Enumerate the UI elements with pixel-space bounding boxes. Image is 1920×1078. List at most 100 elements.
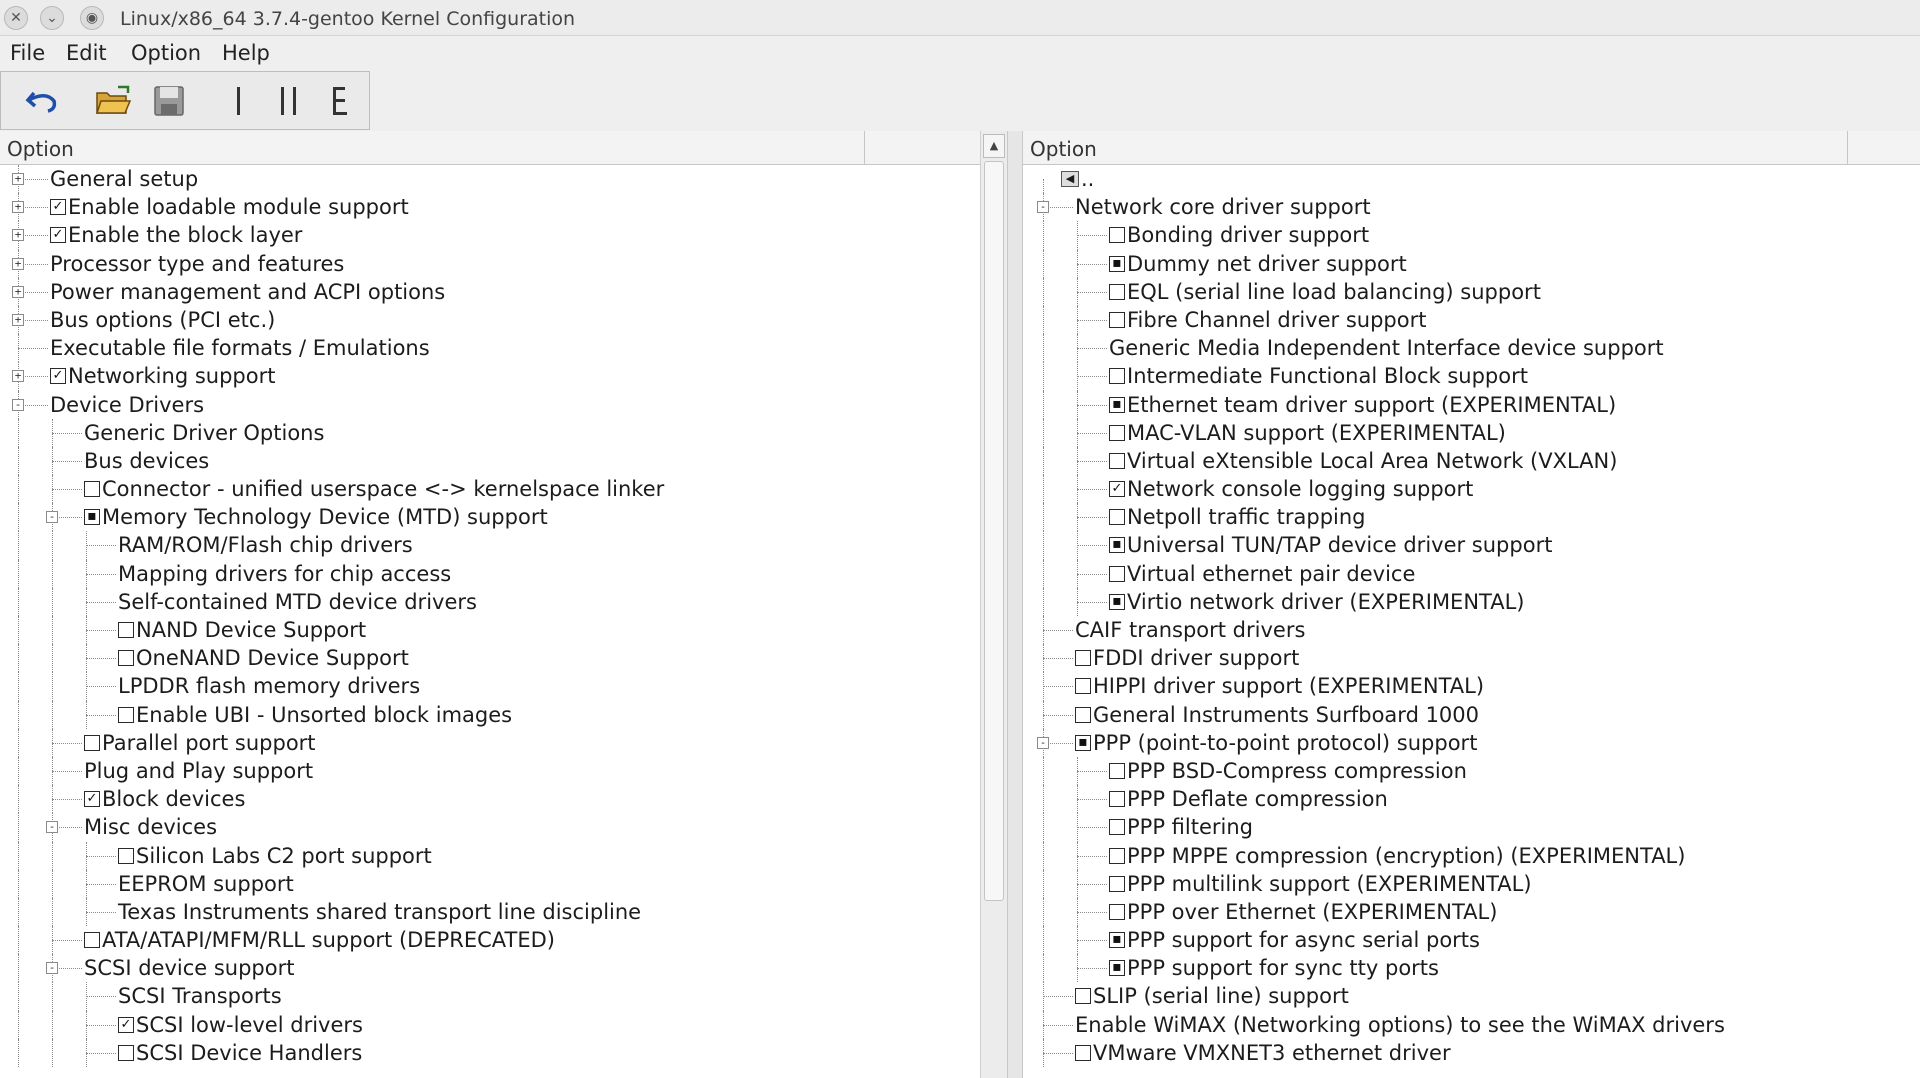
menu-option[interactable]: Option — [131, 41, 201, 65]
checkbox-unchecked[interactable] — [1109, 565, 1125, 582]
collapse-icon[interactable]: - — [46, 962, 58, 975]
tree-row[interactable]: Generic Media Independent Interface devi… — [1023, 334, 1920, 363]
tree-row[interactable]: SLIP (serial line) support — [1023, 982, 1920, 1011]
open-button[interactable] — [91, 80, 135, 122]
tree-row[interactable]: - Network core driver support — [1023, 193, 1920, 222]
expand-icon[interactable]: + — [12, 173, 24, 185]
expand-icon[interactable]: + — [12, 370, 24, 383]
checkbox-unchecked[interactable] — [1075, 678, 1091, 695]
tree-row[interactable]: Universal TUN/TAP device driver support — [1023, 531, 1920, 560]
checkbox-module[interactable] — [1109, 537, 1125, 554]
tree-row[interactable]: PPP filtering — [1023, 813, 1920, 842]
checkbox-module[interactable] — [1109, 593, 1125, 610]
tree-row[interactable]: MAC-VLAN support (EXPERIMENTAL) — [1023, 418, 1920, 447]
split-view-button[interactable] — [267, 80, 311, 122]
tree-row[interactable]: Silicon Labs C2 port support — [0, 841, 1007, 870]
menu-tree-pane[interactable]: Option + General setup + Enable loadable mo… — [0, 131, 1008, 1078]
tree-row[interactable]: SCSI Device Handlers — [0, 1038, 1007, 1067]
checkbox-unchecked[interactable] — [1075, 706, 1091, 723]
scroll-up-button[interactable]: ▲ — [983, 134, 1005, 158]
tree-row[interactable]: + Enable loadable module support — [0, 193, 1007, 222]
menu-help[interactable]: Help — [222, 41, 270, 65]
tree-row[interactable]: + Bus options (PCI etc.) — [0, 305, 1007, 335]
tree-row[interactable]: VMware VMXNET3 ethernet driver — [1023, 1038, 1920, 1067]
tree-row[interactable]: Virtio network driver (EXPERIMENTAL) — [1023, 587, 1920, 616]
tree-row[interactable]: RAM/ROM/Flash chip drivers — [0, 531, 1007, 560]
collapse-icon[interactable]: - — [12, 398, 24, 411]
tree-row[interactable]: EEPROM support — [0, 869, 1007, 898]
tree-row[interactable]: Self-contained MTD device drivers — [0, 587, 1007, 616]
menu-file[interactable]: File — [10, 41, 45, 65]
tree-row[interactable]: - Misc devices — [0, 813, 1007, 842]
tree-row[interactable]: Connector - unified userspace <-> kernel… — [0, 475, 1007, 504]
close-window-button[interactable]: ✕ — [4, 6, 28, 30]
checkbox-unchecked[interactable] — [1109, 903, 1125, 920]
tree-row[interactable]: EQL (serial line load balancing) support — [1023, 277, 1920, 306]
tree-row[interactable]: Enable UBI - Unsorted block images — [0, 700, 1007, 729]
tree-row[interactable]: Executable file formats / Emulations — [0, 334, 1007, 363]
tree-row[interactable]: HIPPI driver support (EXPERIMENTAL) — [1023, 672, 1920, 701]
tree-row[interactable]: + Processor type and features — [0, 249, 1007, 278]
tree-row[interactable]: Mapping drivers for chip access — [0, 559, 1007, 588]
tree-row[interactable]: Dummy net driver support — [1023, 249, 1920, 278]
tree-row[interactable]: PPP MPPE compression (encryption) (EXPER… — [1023, 841, 1920, 870]
full-view-button[interactable] — [319, 80, 363, 122]
tree-row[interactable]: Virtual eXtensible Local Area Network (V… — [1023, 446, 1920, 476]
checkbox-unchecked[interactable] — [118, 847, 134, 864]
expand-icon[interactable]: + — [12, 285, 24, 298]
tree-row[interactable]: ATA/ATAPI/MFM/RLL support (DEPRECATED) — [0, 926, 1007, 955]
tree-row[interactable]: Ethernet team driver support (EXPERIMENT… — [1023, 390, 1920, 419]
tree-row[interactable]: SCSI Transports — [0, 982, 1007, 1011]
tree-row[interactable]: OneNAND Device Support — [0, 644, 1007, 673]
tree-row[interactable]: SCSI low-level drivers — [0, 1010, 1007, 1039]
expand-icon[interactable]: + — [12, 257, 24, 270]
checkbox-checked[interactable] — [50, 199, 66, 216]
tree-row[interactable]: + Networking support — [0, 362, 1007, 391]
checkbox-unchecked[interactable] — [1109, 875, 1125, 892]
tree-row[interactable]: General Instruments Surfboard 1000 — [1023, 700, 1920, 729]
checkbox-unchecked[interactable] — [1109, 368, 1125, 385]
left-vertical-scrollbar[interactable]: ▲ — [980, 131, 1007, 1078]
tree-row[interactable]: PPP multilink support (EXPERIMENTAL) — [1023, 869, 1920, 898]
tree-row[interactable]: PPP BSD-Compress compression — [1023, 756, 1920, 786]
right-column-header[interactable]: Option — [1023, 131, 1920, 165]
parent-menu-row[interactable]: ◀ .. — [1023, 165, 1920, 193]
checkbox-unchecked[interactable] — [118, 706, 134, 723]
single-view-button[interactable] — [217, 80, 261, 122]
expand-icon[interactable]: + — [12, 313, 24, 326]
checkbox-unchecked[interactable] — [1075, 988, 1091, 1005]
tree-row[interactable]: + General setup — [0, 165, 1007, 194]
checkbox-unchecked[interactable] — [1109, 424, 1125, 441]
option-list-pane[interactable]: Option ◀ .. - Network core driver support… — [1022, 131, 1920, 1078]
tree-row[interactable]: - SCSI device support — [0, 954, 1007, 983]
checkbox-unchecked[interactable] — [1075, 1044, 1091, 1061]
column-separator[interactable] — [864, 131, 865, 165]
checkbox-unchecked[interactable] — [84, 481, 100, 498]
expand-icon[interactable]: + — [12, 201, 24, 214]
tree-row[interactable]: Fibre Channel driver support — [1023, 305, 1920, 335]
tree-row[interactable]: + Enable the block layer — [0, 221, 1007, 250]
minimize-window-button[interactable]: ⌄ — [40, 6, 64, 30]
checkbox-unchecked[interactable] — [1109, 227, 1125, 244]
menu-edit[interactable]: Edit — [66, 41, 107, 65]
tree-row[interactable]: FDDI driver support — [1023, 644, 1920, 673]
tree-row[interactable]: PPP support for sync tty ports — [1023, 954, 1920, 983]
tree-row[interactable]: - PPP (point-to-point protocol) support — [1023, 728, 1920, 757]
tree-row[interactable]: LPDDR flash memory drivers — [0, 672, 1007, 701]
checkbox-checked[interactable] — [84, 791, 100, 808]
collapse-icon[interactable]: - — [1037, 201, 1049, 214]
checkbox-unchecked[interactable] — [1109, 762, 1125, 779]
checkbox-unchecked[interactable] — [84, 734, 100, 751]
checkbox-unchecked[interactable] — [1075, 650, 1091, 667]
column-separator[interactable] — [1847, 131, 1848, 165]
checkbox-checked[interactable] — [50, 368, 66, 385]
checkbox-unchecked[interactable] — [1109, 509, 1125, 526]
collapse-icon[interactable]: - — [1037, 736, 1049, 749]
left-column-header[interactable]: Option — [0, 131, 980, 165]
checkbox-unchecked[interactable] — [1109, 791, 1125, 808]
undo-button[interactable] — [21, 80, 65, 122]
tree-row[interactable]: Bus devices — [0, 446, 1007, 476]
tree-row[interactable]: Parallel port support — [0, 728, 1007, 757]
collapse-icon[interactable]: - — [46, 821, 58, 834]
scroll-thumb[interactable] — [984, 161, 1004, 901]
